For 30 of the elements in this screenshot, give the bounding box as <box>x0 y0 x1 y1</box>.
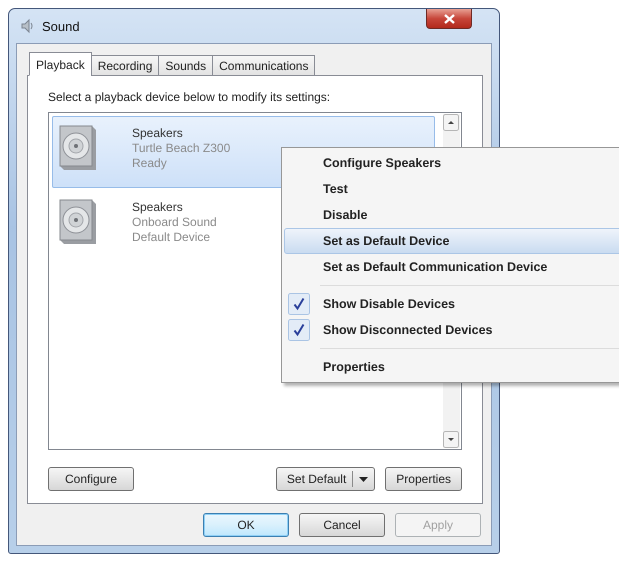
dialog-button[interactable]: Cancel <box>299 513 385 537</box>
tab[interactable]: Playback <box>29 52 92 76</box>
device-description: Turtle Beach Z300 <box>132 141 230 156</box>
caret-icon <box>359 476 368 482</box>
speaker-icon <box>58 198 98 246</box>
menu-item[interactable]: Show Disconnected Devices <box>284 317 619 343</box>
close-button[interactable] <box>426 9 472 29</box>
menu-item[interactable]: Properties <box>284 354 619 380</box>
dialog-button[interactable]: OK <box>203 513 289 537</box>
tab[interactable]: Recording <box>90 55 158 76</box>
device-description: Onboard Sound <box>132 215 217 230</box>
close-icon <box>444 14 454 24</box>
scroll-up-icon[interactable] <box>443 114 459 131</box>
split-button[interactable]: Set Default <box>276 467 376 491</box>
dialog-button[interactable]: Properties <box>385 467 462 491</box>
instruction-text: Select a playback device below to modify its settings: <box>48 90 332 104</box>
menu-item[interactable]: Set as Default Device <box>284 228 619 254</box>
window-title: Sound <box>42 18 80 34</box>
menu-item[interactable]: Set as Default Communication Device <box>284 254 619 280</box>
tab[interactable]: Sounds <box>158 55 212 76</box>
scroll-down-icon[interactable] <box>443 431 459 448</box>
device-name: Speakers <box>132 126 184 141</box>
speaker-icon <box>58 124 98 172</box>
tab[interactable]: Communications <box>212 55 316 76</box>
menu-item[interactable]: Disable <box>284 202 619 228</box>
menu-item[interactable]: Show Disable Devices <box>284 291 619 317</box>
dialog-button[interactable]: Configure <box>48 467 134 491</box>
device-status: Default Device <box>132 230 212 245</box>
device-name: Speakers <box>132 200 184 215</box>
device-status: Ready <box>132 156 168 171</box>
